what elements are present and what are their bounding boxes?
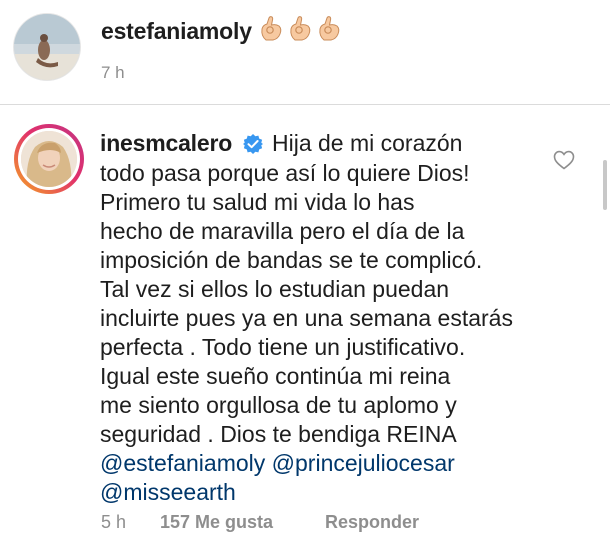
heart-outline-icon[interactable] xyxy=(553,150,575,170)
top-comment: estefaniamoly 7 h xyxy=(0,0,610,104)
comment-line: Igual este sueño continúa mi reina xyxy=(100,363,451,389)
comment-line: incluirte pues ya en una semana estarás xyxy=(100,305,513,331)
comment-mentions: @estefaniamoly @princejuliocesar xyxy=(100,450,455,477)
mention-link[interactable]: @misseearth xyxy=(100,479,236,505)
avatar-photo xyxy=(14,14,80,80)
avatar-estefaniamoly[interactable] xyxy=(14,14,80,80)
comment-line: perfecta . Todo tiene un justificativo. xyxy=(100,334,466,360)
divider xyxy=(0,104,610,105)
comment-line: imposición de bandas se te complicó. xyxy=(100,247,483,273)
verified-badge-icon xyxy=(243,134,263,154)
comment-line: seguridad . Dios te bendiga REINA xyxy=(100,421,457,447)
avatar-photo xyxy=(21,131,77,187)
mention-link[interactable]: @princejuliocesar xyxy=(272,450,455,476)
comment-line: Tal vez si ellos lo estudian puedan xyxy=(100,276,450,302)
reply-button[interactable]: Responder xyxy=(325,512,419,533)
comment-line: me siento orgullosa de tu aplomo y xyxy=(100,392,457,418)
emoji-group xyxy=(258,14,342,42)
commenter-username[interactable]: inesmcalero xyxy=(100,130,232,157)
ok-hand-icon xyxy=(261,16,282,41)
likes-count[interactable]: 157 Me gusta xyxy=(160,512,273,533)
comment-mentions: @misseearth xyxy=(100,479,236,506)
comment-line: Hija de mi corazón xyxy=(272,130,463,156)
comment-timestamp: 7 h xyxy=(101,63,125,82)
comment-line: hecho de maravilla pero el día de la xyxy=(100,218,465,244)
scrollbar[interactable] xyxy=(603,160,607,210)
ok-hand-icon xyxy=(319,16,340,41)
comment-line: todo pasa porque así lo quiere Dios! xyxy=(100,160,470,186)
comment-line: Primero tu salud mi vida lo has xyxy=(100,189,415,215)
comment-timestamp: 5 h xyxy=(101,512,127,532)
mention-link[interactable]: @estefaniamoly xyxy=(100,450,265,476)
avatar-inesmcalero[interactable] xyxy=(14,124,84,194)
commenter-username[interactable]: estefaniamoly xyxy=(101,18,252,45)
ok-hand-icon xyxy=(290,16,311,41)
